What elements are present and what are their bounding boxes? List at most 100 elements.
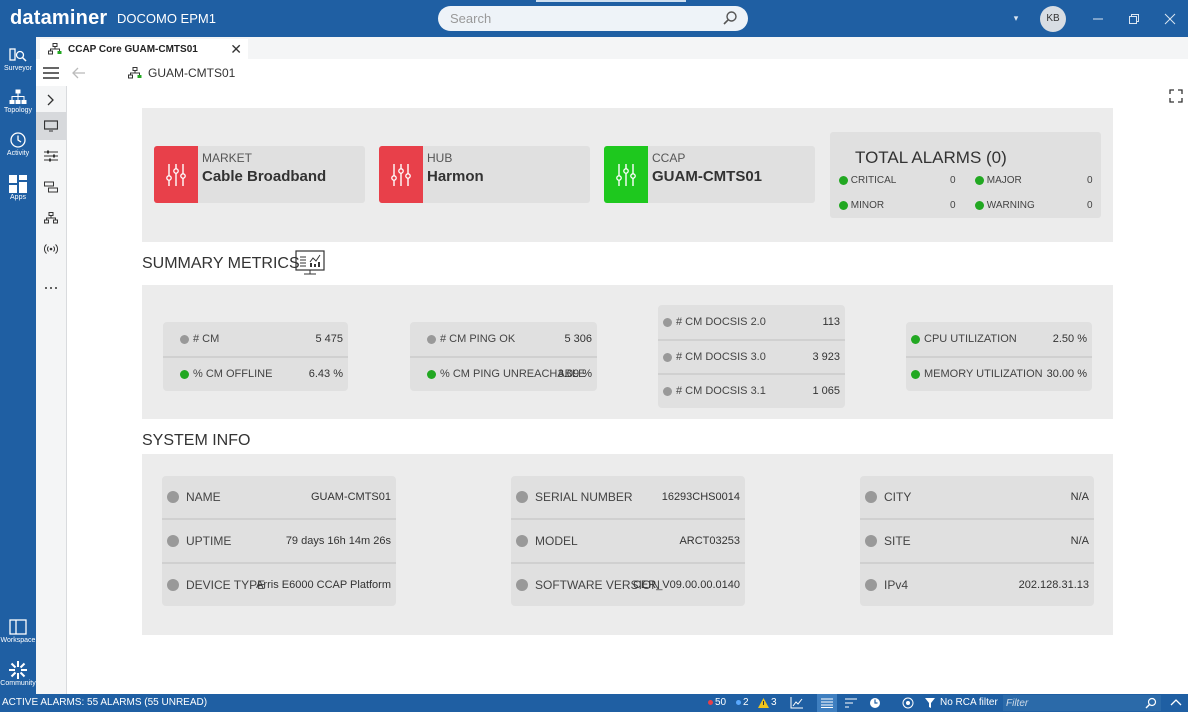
restore-icon[interactable] — [1116, 0, 1152, 37]
metric-row[interactable]: CPU UTILIZATION 2.50 % — [906, 322, 1092, 356]
nav-topology[interactable]: Topology — [0, 85, 36, 125]
search-box[interactable] — [438, 6, 748, 31]
status-dot — [427, 369, 436, 379]
services-icon[interactable] — [36, 173, 66, 201]
topology-icon — [9, 89, 27, 104]
back-arrow-icon[interactable] — [72, 67, 86, 79]
avatar[interactable]: KB — [1040, 5, 1066, 32]
hamburger-menu-icon[interactable] — [43, 67, 59, 79]
search-highlight — [536, 0, 686, 2]
close-window-icon[interactable] — [1152, 0, 1188, 37]
category-value: Harmon — [427, 168, 484, 185]
alarm-label: MAJOR — [986, 175, 1022, 186]
apps-icon — [9, 175, 27, 193]
info-row[interactable]: DEVICE TYPE Arris E6000 CCAP Platform — [162, 564, 396, 608]
top-bar: dataminer DOCOMO EPM1 ▾ KB — [0, 0, 1188, 37]
status-dot — [427, 334, 436, 344]
metric-row[interactable]: # CM PING OK 5 306 — [410, 322, 597, 356]
info-count[interactable]: 2 — [736, 697, 749, 708]
presentation-chart-icon[interactable] — [295, 250, 325, 275]
expand-chevron-icon[interactable] — [36, 86, 66, 114]
active-alarms-text[interactable]: ACTIVE ALARMS: 55 ALARMS (55 UNREAD) — [2, 697, 207, 708]
fullscreen-icon[interactable] — [1169, 89, 1183, 103]
info-row[interactable]: CITY N/A — [860, 476, 1094, 520]
info-row[interactable]: MODEL ARCT03253 — [511, 520, 745, 564]
category-label: MARKET — [202, 151, 253, 165]
info-row[interactable]: NAME GUAM-CMTS01 — [162, 476, 396, 520]
metric-row[interactable]: # CM 5 475 — [163, 322, 348, 356]
broadcast-icon[interactable] — [36, 235, 66, 263]
metric-row[interactable]: # CM DOCSIS 3.0 3 923 — [658, 340, 845, 374]
ccap-card[interactable]: CCAP GUAM-CMTS01 — [604, 146, 815, 203]
status-dot — [911, 334, 920, 344]
status-dot — [865, 535, 877, 547]
list-view-icon[interactable] — [817, 694, 837, 712]
warning-alarms: WARNING — [975, 200, 1035, 211]
alarm-filter-input[interactable] — [1003, 695, 1161, 711]
app-name: DOCOMO EPM1 — [117, 11, 216, 26]
activity-icon — [10, 132, 26, 148]
sort-icon[interactable] — [845, 698, 857, 708]
search-input[interactable] — [450, 11, 710, 26]
metric-row[interactable]: # CM DOCSIS 2.0 113 — [658, 305, 845, 339]
info-value: N/A — [1070, 491, 1089, 503]
search-icon[interactable] — [722, 10, 738, 26]
community-icon — [9, 661, 27, 679]
info-value: N/A — [1070, 535, 1089, 547]
metric-row[interactable]: # CM DOCSIS 3.1 1 065 — [658, 374, 845, 408]
trend-chart-icon[interactable] — [790, 697, 803, 709]
market-card[interactable]: MARKET Cable Broadband — [154, 146, 365, 203]
topology-icon[interactable] — [36, 204, 66, 232]
nav-surveyor[interactable]: Surveyor — [0, 43, 36, 83]
category-value: Cable Broadband — [202, 168, 327, 185]
info-row[interactable]: SERIAL NUMBER 16293CHS0014 — [511, 476, 745, 520]
info-row[interactable]: SOFTWARE VERSION CER_V09.00.00.0140 — [511, 564, 745, 608]
nav-community[interactable]: Community — [0, 656, 36, 696]
tab-ccap-core[interactable]: CCAP Core GUAM-CMTS01 ✕ — [40, 39, 248, 59]
info-value: CER_V09.00.00.0140 — [632, 579, 740, 591]
metric-row[interactable]: % CM OFFLINE 6.43 % — [163, 357, 348, 391]
info-label: DEVICE TYPE — [186, 578, 266, 592]
nav-label: Topology — [3, 107, 33, 114]
app-logo[interactable]: dataminer — [10, 7, 107, 30]
data-display-icon[interactable] — [36, 112, 66, 140]
info-row[interactable]: SITE N/A — [860, 520, 1094, 564]
metric-value: 113 — [822, 316, 840, 328]
category-label: CCAP — [652, 151, 686, 165]
info-value: 79 days 16h 14m 26s — [285, 535, 391, 547]
critical-count[interactable]: 50 — [708, 697, 726, 708]
info-row[interactable]: UPTIME 79 days 16h 14m 26s — [162, 520, 396, 564]
nav-label: Activity — [6, 150, 30, 157]
system-info-card-3: CITY N/A SITE N/A IPv4 202.128.31.13 — [860, 476, 1094, 606]
total-alarms-card[interactable]: TOTAL ALARMS (0) CRITICAL 0 MAJOR 0 MINO… — [830, 132, 1101, 218]
status-dot — [167, 535, 179, 547]
clock-icon[interactable] — [869, 697, 881, 709]
rca-icon[interactable] — [902, 697, 914, 709]
info-label: CITY — [884, 490, 912, 504]
close-tab-icon[interactable]: ✕ — [230, 41, 242, 58]
hub-card[interactable]: HUB Harmon — [379, 146, 590, 203]
alarm-label: CRITICAL — [850, 175, 897, 186]
nav-label: Apps — [10, 194, 26, 201]
status-dot — [516, 535, 528, 547]
info-value: ARCT03253 — [679, 535, 740, 547]
minimize-icon[interactable] — [1080, 0, 1116, 37]
more-options-icon[interactable] — [36, 274, 66, 302]
metric-row[interactable]: % CM PING UNREACHABLE 3.09 % — [410, 357, 597, 391]
nav-workspace[interactable]: Workspace — [0, 615, 36, 655]
ping-metrics-card: # CM PING OK 5 306 % CM PING UNREACHABLE 3… — [410, 322, 597, 391]
summary-metrics-title: SUMMARY METRICS — [142, 255, 300, 272]
nav-apps[interactable]: Apps — [0, 170, 36, 210]
breadcrumb: GUAM-CMTS01 — [128, 66, 235, 80]
parameters-icon[interactable] — [36, 142, 66, 170]
blue-dot-icon — [736, 700, 741, 705]
metric-row[interactable]: MEMORY UTILIZATION 30.00 % — [906, 357, 1092, 391]
search-icon[interactable] — [1145, 697, 1157, 709]
warning-count[interactable]: 3 — [758, 697, 777, 708]
rca-filter[interactable]: No RCA filter — [925, 697, 998, 708]
info-label: UPTIME — [186, 534, 232, 548]
collapse-chevron-icon[interactable]: ▾ — [998, 0, 1034, 37]
chevron-up-icon[interactable] — [1170, 698, 1182, 706]
nav-activity[interactable]: Activity — [0, 128, 36, 168]
info-row[interactable]: IPv4 202.128.31.13 — [860, 564, 1094, 608]
